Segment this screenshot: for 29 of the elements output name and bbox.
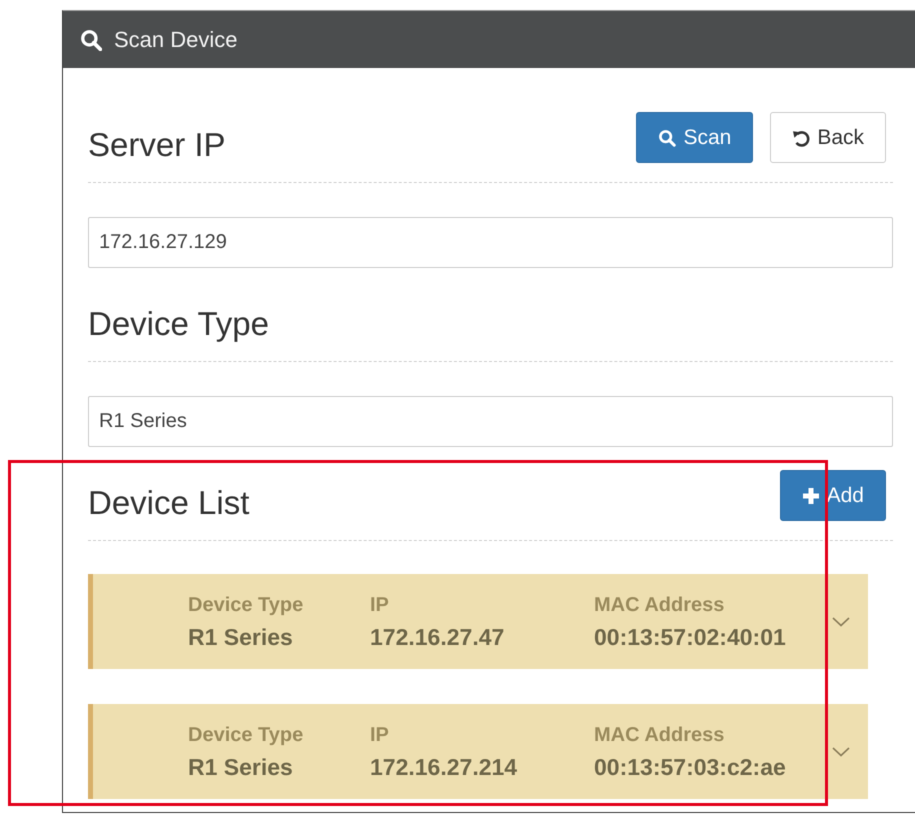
field-label: IP: [370, 722, 390, 746]
field-value: 00:13:57:03:c2:ae: [594, 752, 786, 780]
device-card[interactable]: Device Type R1 Series IP 172.16.27.47 MAC Address 00:13:57:02:40:01: [88, 574, 868, 669]
section-heading: Device List: [88, 485, 250, 521]
search-icon: [80, 28, 102, 50]
add-button[interactable]: Add: [780, 470, 886, 521]
back-button[interactable]: Back: [770, 112, 886, 163]
section-heading: Device Type: [88, 306, 269, 342]
text-field[interactable]: 172.16.27.129: [88, 217, 893, 268]
device-card[interactable]: Device Type R1 Series IP 172.16.27.214 MAC Address 00:13:57:03:c2:ae: [88, 704, 868, 799]
field-label: MAC Address: [594, 722, 726, 746]
field-label: Device Type: [188, 592, 304, 616]
circular-arrow-icon: [792, 128, 810, 146]
field-label: IP: [370, 592, 390, 616]
field-label: Device Type: [188, 722, 304, 746]
scan-button[interactable]: Scan: [636, 112, 754, 163]
chevron-down-icon[interactable]: [832, 746, 850, 756]
section-heading: Server IP: [88, 127, 226, 163]
field-value: 172.16.27.214: [370, 752, 518, 780]
chevron-down-icon[interactable]: [832, 616, 850, 626]
text-field[interactable]: R1 Series: [88, 396, 893, 447]
search-icon: [658, 128, 676, 146]
field-value: 172.16.27.47: [370, 622, 506, 650]
field-value: 00:13:57:02:40:01: [594, 622, 786, 650]
field-value: R1 Series: [188, 752, 294, 780]
plus-icon: [802, 486, 820, 504]
field-value: R1 Series: [188, 622, 294, 650]
panel-title: Scan Device: [114, 26, 238, 52]
field-label: MAC Address: [594, 592, 726, 616]
